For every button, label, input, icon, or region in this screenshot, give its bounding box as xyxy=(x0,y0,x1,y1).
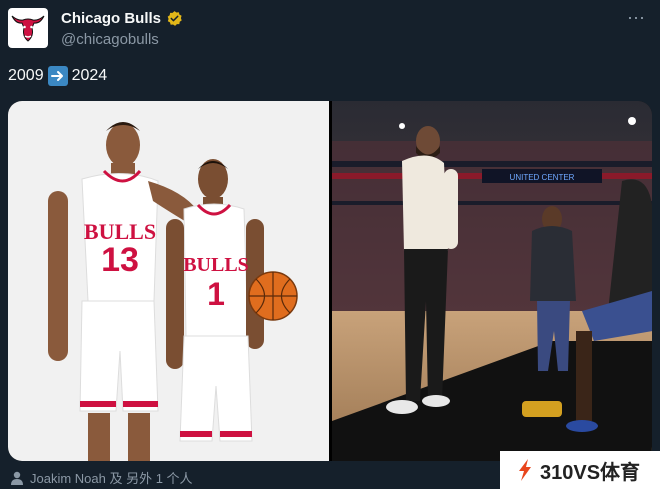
watermark-logo-icon xyxy=(519,459,531,481)
tagged-users-label[interactable]: Joakim Noah 及 另外 1 个人 xyxy=(30,468,193,487)
verified-badge-icon xyxy=(167,11,182,26)
tweet-year-to: 2024 xyxy=(71,67,108,84)
account-handle[interactable]: @chicagobulls xyxy=(61,31,159,48)
account-name-row[interactable]: Chicago Bulls xyxy=(61,10,183,27)
photo-2024[interactable]: UNITED CENTER xyxy=(331,101,652,461)
watermark: 310VS体育 xyxy=(500,451,660,489)
bulls-logo-icon xyxy=(11,15,45,42)
photo-2009[interactable]: BULLS 13 BULLS 1 xyxy=(8,101,329,461)
person-icon xyxy=(11,471,23,485)
more-options-icon[interactable]: ⋯ xyxy=(627,8,646,29)
scoreboard-text: UNITED CENTER xyxy=(509,173,574,182)
tweet-year-from: 2009 xyxy=(8,67,44,84)
account-name[interactable]: Chicago Bulls xyxy=(61,10,161,27)
tweet-text: 2009 2024 xyxy=(8,66,107,86)
jersey-number-1: 1 xyxy=(207,276,225,312)
tagged-users[interactable]: Joakim Noah 及 另外 1 个人 xyxy=(10,468,193,487)
media-grid: BULLS 13 BULLS 1 UNITED CENTER xyxy=(8,101,652,461)
watermark-text: 310VS体育 xyxy=(540,461,641,484)
jersey-text-right: BULLS xyxy=(183,254,249,276)
right-arrow-emoji-icon xyxy=(47,66,68,86)
avatar[interactable] xyxy=(8,8,48,48)
jersey-number-13: 13 xyxy=(101,241,139,279)
